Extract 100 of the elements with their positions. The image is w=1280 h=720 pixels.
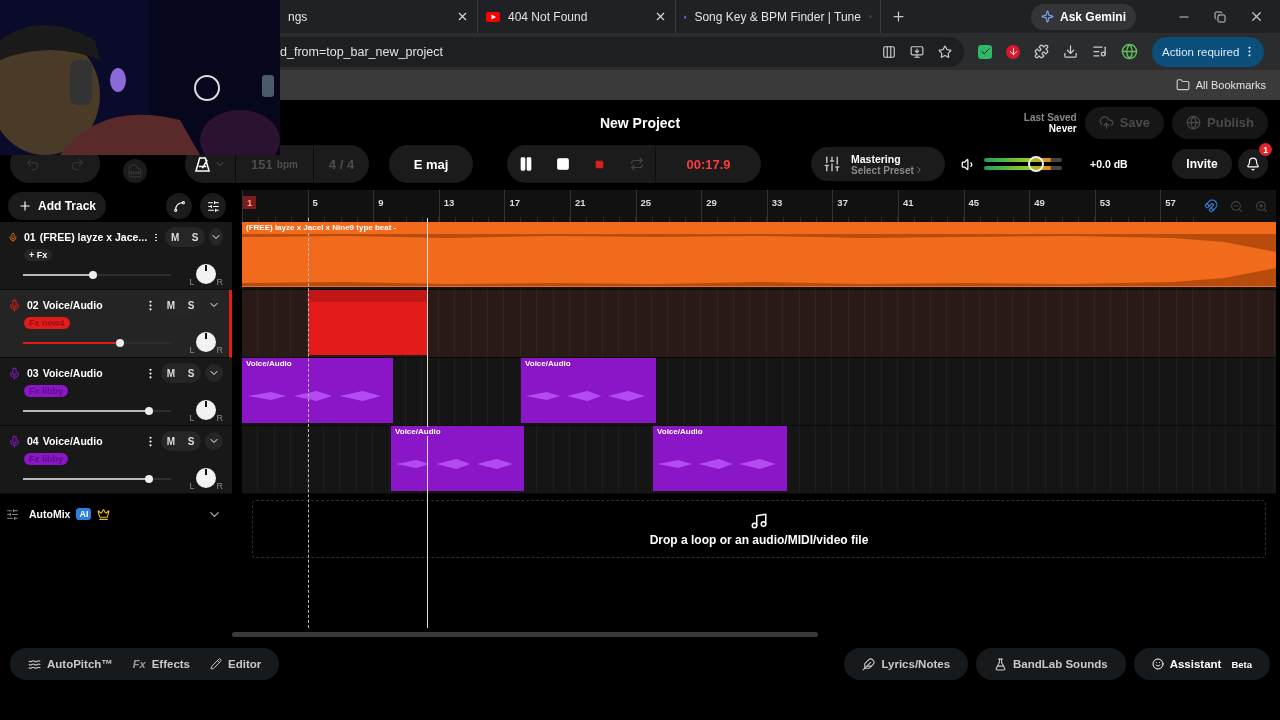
audio-clip[interactable]: Voice/Audio [391, 426, 524, 491]
columns-icon[interactable] [882, 44, 896, 59]
bar-number: 13 [442, 196, 456, 209]
track-number: 02 [27, 299, 39, 311]
effects-tag[interactable]: + Fx [24, 249, 53, 261]
download-icon[interactable] [1063, 44, 1078, 59]
bar-number: 49 [1033, 196, 1046, 209]
microphone-icon [8, 298, 21, 312]
audio-clip[interactable]: Voice/Audio [242, 358, 393, 423]
video-icon [486, 11, 500, 22]
flask-icon [994, 657, 1008, 671]
track-lane[interactable]: Voice/Audio Voice/Audio [242, 358, 1276, 426]
panel-tab[interactable]: Fx Effects [124, 648, 198, 680]
solo-button[interactable]: S [181, 363, 201, 383]
scrollbar[interactable] [232, 632, 818, 637]
install-icon[interactable] [910, 44, 924, 59]
track-header[interactable]: 04 Voice/Audio M S Fx libby L R [0, 426, 232, 494]
expand-button[interactable] [205, 432, 223, 450]
track-name: (FREE) layze x Jace... [39, 231, 148, 243]
track-header[interactable]: 01 (FREE) layze x Jace... M S + Fx L R [0, 222, 232, 290]
solo-button[interactable]: S [181, 431, 201, 451]
feather-icon [862, 657, 876, 671]
restore-icon[interactable] [1214, 10, 1226, 23]
clip-title: Voice/Audio [525, 359, 571, 368]
project-title: New Project [599, 114, 681, 131]
fit-button[interactable] [200, 193, 226, 219]
pan-knob[interactable] [195, 263, 216, 284]
bar-number: 33 [770, 196, 784, 209]
pan-right-label: R [216, 480, 223, 491]
bar-number: 9 [377, 196, 385, 209]
piano-icon [128, 164, 142, 178]
audio-clip[interactable]: Voice/Audio [521, 358, 656, 423]
microphone-icon [8, 230, 18, 244]
waves-icon [28, 657, 41, 671]
pan-knob[interactable] [195, 467, 216, 488]
key-button[interactable]: E maj [389, 145, 473, 183]
sliders-icon [823, 155, 841, 173]
new-tab-icon[interactable] [891, 9, 906, 24]
stop-icon [555, 157, 570, 171]
track-header[interactable]: 02 Voice/Audio M S Fx new4 L R [0, 290, 232, 358]
audio-clip[interactable] [308, 290, 427, 355]
microphone-icon [8, 366, 21, 380]
bell-icon [1246, 157, 1260, 171]
action-required-button[interactable]: Action required [1152, 36, 1265, 67]
sliders-icon [206, 199, 220, 213]
invite-button[interactable]: Invite [1172, 149, 1232, 179]
pan-left-label: L [189, 480, 195, 491]
checkbox-icon[interactable] [978, 44, 992, 59]
solo-button[interactable]: S [185, 227, 206, 247]
drop-zone[interactable]: Drop a loop or an audio/MIDI/video file [252, 500, 1266, 558]
star-icon[interactable] [938, 44, 952, 59]
globe-icon [1186, 115, 1202, 130]
globe-icon[interactable] [1121, 43, 1138, 60]
last-saved-value: Never [1048, 122, 1077, 134]
ask-gemini-button[interactable]: Ask Gemini [1030, 3, 1136, 30]
add-track-button[interactable]: Add Track [8, 192, 107, 220]
track-header[interactable]: 03 Voice/Audio M S Fx libby L R [0, 358, 232, 426]
bar-number: 41 [901, 196, 915, 209]
microphone-icon [8, 434, 21, 448]
address-bar[interactable]: d_from=top_bar_new_project [280, 36, 964, 67]
master-volume-slider[interactable] [984, 154, 1062, 174]
volume-slider[interactable] [23, 473, 172, 485]
bookmarks-link[interactable]: All Bookmarks [1195, 79, 1266, 91]
close-icon[interactable] [456, 10, 469, 23]
volume-slider[interactable] [23, 405, 172, 417]
pan-knob[interactable] [195, 399, 216, 420]
mastering-button[interactable]: Mastering Select Preset [811, 147, 945, 181]
track-lane[interactable]: Voice/Audio Voice/Audio [242, 426, 1276, 494]
solo-button[interactable]: S [181, 295, 201, 315]
playlist-icon[interactable] [1092, 44, 1107, 59]
mute-button[interactable]: M [161, 431, 181, 451]
track-lane[interactable] [242, 290, 1276, 358]
magnet-icon[interactable] [1204, 199, 1218, 213]
mute-button[interactable]: M [165, 227, 186, 247]
bar-number: 17 [508, 196, 521, 209]
last-saved-label: Last Saved [1023, 111, 1077, 123]
plus-icon [18, 199, 32, 213]
puzzle-icon[interactable] [1034, 44, 1049, 59]
volume-slider[interactable] [23, 269, 172, 281]
expand-button[interactable] [205, 364, 223, 382]
expand-button[interactable] [209, 228, 223, 246]
pan-right-label: R [216, 344, 223, 355]
crown-icon [97, 507, 111, 521]
mute-button[interactable]: M [161, 295, 181, 315]
curve-icon [172, 199, 186, 213]
bar-number: 5 [311, 196, 319, 209]
panel-tab[interactable]: AutoPitch™ [20, 648, 121, 680]
panel-tab[interactable]: Editor [202, 648, 270, 680]
automation-button[interactable] [166, 193, 192, 219]
mixer-icon [6, 507, 19, 521]
notifications-button[interactable] [1238, 149, 1268, 179]
volume-slider[interactable] [23, 337, 172, 349]
pencil-icon [210, 658, 222, 670]
mute-button[interactable]: M [161, 363, 181, 383]
timeline-ruler[interactable]: 1 5 9 13 17 21 25 29 33 37 41 45 49 53 57 [242, 190, 1276, 222]
metronome-icon[interactable] [194, 156, 210, 172]
pan-knob[interactable] [195, 331, 216, 352]
audio-clip[interactable]: Voice/Audio [653, 426, 787, 491]
close-icon[interactable] [654, 10, 667, 23]
pan-left-label: L [189, 344, 195, 355]
